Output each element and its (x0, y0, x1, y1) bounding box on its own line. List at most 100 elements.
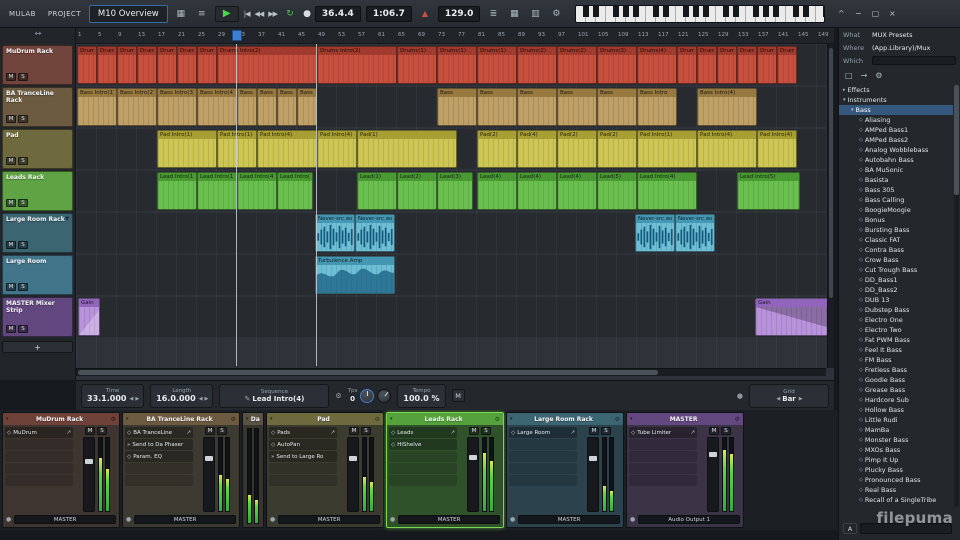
clip[interactable]: Drums I (737, 46, 757, 84)
arrow-icon[interactable]: → (861, 71, 868, 80)
track-header[interactable]: PadMS (2, 129, 73, 169)
track-header[interactable]: BA TranceLine RackMS (2, 87, 73, 127)
mixer-strip[interactable]: ▾Da (242, 412, 264, 528)
gear-icon[interactable]: ⚙ (495, 416, 500, 423)
output-button[interactable]: MASTER (518, 515, 620, 524)
modular-view-icon[interactable]: ▦ (173, 6, 189, 22)
device-slot[interactable]: ◇AutoPan (269, 439, 337, 450)
mixer-strip[interactable]: ▾Leads Rack⚙◇Leads↗◇HiShelveMS●MASTER (386, 412, 504, 528)
clip[interactable]: Bass Intro(4) (197, 88, 237, 126)
record-icon[interactable]: ● (630, 516, 635, 523)
clip[interactable]: Drums I (777, 46, 797, 84)
preset-item[interactable]: ◇MamBa (839, 425, 953, 435)
track-header[interactable]: Leads RackMS (2, 171, 73, 211)
preset-item[interactable]: ◇Aliasing (839, 115, 953, 125)
time-decrement[interactable]: ◀ (129, 396, 132, 402)
clip[interactable]: Drums I (757, 46, 777, 84)
mute-button[interactable]: M (6, 115, 16, 123)
clip[interactable]: Lead(2) (397, 172, 437, 210)
time-display[interactable]: 1:06.7 (366, 6, 412, 22)
add-track-button[interactable]: + (2, 341, 73, 353)
open-editor-icon[interactable]: ↗ (450, 430, 455, 436)
clip[interactable]: Pad(1) (357, 130, 457, 168)
mute-button[interactable]: M (6, 73, 16, 81)
preset-item[interactable]: ◇Little Rudi (839, 415, 953, 425)
clip[interactable]: Pad Intro(4) (317, 130, 357, 168)
gear-icon[interactable]: ⚙ (875, 71, 882, 80)
device-slot[interactable]: ◇HiShelve (389, 439, 457, 450)
clip[interactable]: Bass I (257, 88, 277, 126)
rewind-button[interactable]: ◀◀ (255, 10, 264, 18)
collapse-arrow-icon[interactable]: ▾ (510, 416, 513, 422)
mixer-strip[interactable]: ▾Pad⚙◇Pads↗◇AutoPan»Send to Large RoMS●M… (266, 412, 384, 528)
clip[interactable]: Pad Intro(1) (217, 130, 257, 168)
device-slot-empty[interactable] (269, 475, 337, 486)
volume-fader[interactable] (203, 437, 215, 512)
mute-button[interactable]: M (6, 199, 16, 207)
mixer-strip[interactable]: ▾BA TranceLine Rack⚙◇BA TranceLine↗»Send… (122, 412, 240, 528)
preset-item[interactable]: ◇Electro One (839, 315, 953, 325)
tps-knob-2[interactable] (377, 389, 391, 403)
preset-item[interactable]: ◇Feel It Bass (839, 345, 953, 355)
device-slot-empty[interactable] (125, 475, 193, 486)
device-slot-empty[interactable] (629, 451, 697, 462)
gear-icon[interactable]: ⚙ (375, 416, 380, 423)
mixer-strip[interactable]: ▾Large Room Rack⚙◇Large Room↗MS●MASTER (506, 412, 624, 528)
playback-marker[interactable] (232, 30, 242, 41)
clip[interactable]: Drums Intro (117, 46, 137, 84)
clip[interactable]: Never-src.wav (355, 214, 395, 252)
clip[interactable]: Pad Intro(4) (257, 130, 317, 168)
piano-icon[interactable]: ▥ (527, 6, 543, 22)
preset-item[interactable]: ◇Fretless Bass (839, 365, 953, 375)
open-editor-icon[interactable]: ↗ (330, 430, 335, 436)
volume-fader[interactable] (83, 437, 95, 512)
browser-scrollbar[interactable] (954, 85, 959, 507)
scrollbar-thumb[interactable] (954, 85, 959, 195)
device-slot[interactable]: ◇Param. EQ (125, 451, 193, 462)
grid-selector[interactable]: Grid ◀ Bar ▶ (749, 384, 829, 408)
device-slot-empty[interactable] (629, 439, 697, 450)
device-slot-empty[interactable] (5, 439, 73, 450)
device-slot-empty[interactable] (509, 451, 577, 462)
device-slot[interactable]: ◇Tube Limiter↗ (629, 427, 697, 438)
preset-item[interactable]: ◇Real Bass (839, 485, 953, 495)
clip[interactable]: Drums(1) (477, 46, 517, 84)
clip[interactable]: Pad Intro(4) (697, 130, 757, 168)
preset-item[interactable]: ◇Pimp It Up (839, 455, 953, 465)
preset-item[interactable]: ◇Fat PWM Bass (839, 335, 953, 345)
preset-item[interactable]: ◇Grease Bass (839, 385, 953, 395)
volume-fader[interactable] (587, 437, 599, 512)
clip[interactable]: Lead(4) (477, 172, 517, 210)
clip[interactable]: Bass (437, 88, 477, 126)
mute-button[interactable]: M (85, 427, 95, 435)
clip[interactable]: Drums(1) (437, 46, 477, 84)
device-slot[interactable]: ◇MuDrum↗ (5, 427, 73, 438)
preset-item[interactable]: ◇Basista (839, 175, 953, 185)
solo-button[interactable]: S (18, 283, 28, 291)
mixer-strip-header[interactable]: ▾Leads Rack⚙ (387, 413, 503, 425)
open-editor-icon[interactable]: ↗ (690, 430, 695, 436)
clip[interactable]: Gain (78, 298, 100, 336)
mixer-strip-header[interactable]: ▾BA TranceLine Rack⚙ (123, 413, 239, 425)
mute-button[interactable]: M (349, 427, 359, 435)
record-icon[interactable]: ● (126, 516, 131, 523)
clip[interactable]: Drums Intro(2) (317, 46, 397, 84)
preset-item[interactable]: ◇DUB 13 (839, 295, 953, 305)
record-icon[interactable]: ● (390, 516, 395, 523)
length-decrement[interactable]: ◀ (199, 396, 202, 402)
preset-item[interactable]: ◇Monster Bass (839, 435, 953, 445)
preset-item[interactable]: ◇Classic FAT (839, 235, 953, 245)
solo-button[interactable]: S (18, 115, 28, 123)
clip[interactable]: Lead(3) (437, 172, 473, 210)
collapse-arrow-icon[interactable]: ▾ (270, 416, 273, 422)
list-view-icon[interactable]: ≡ (194, 6, 210, 22)
clip[interactable]: Bass I (237, 88, 257, 126)
collapse-arrow-icon[interactable]: ▾ (246, 416, 249, 422)
output-button[interactable]: Audio Output 1 (638, 515, 740, 524)
device-slot[interactable]: »Send to Da Phaser (125, 439, 193, 450)
clip[interactable]: Pad(2) (597, 130, 637, 168)
field-input[interactable] (872, 56, 956, 65)
open-editor-icon[interactable]: ↗ (186, 430, 191, 436)
preset-item[interactable]: ◇Crow Bass (839, 255, 953, 265)
clip[interactable]: Lead Intro(4) (277, 172, 313, 210)
